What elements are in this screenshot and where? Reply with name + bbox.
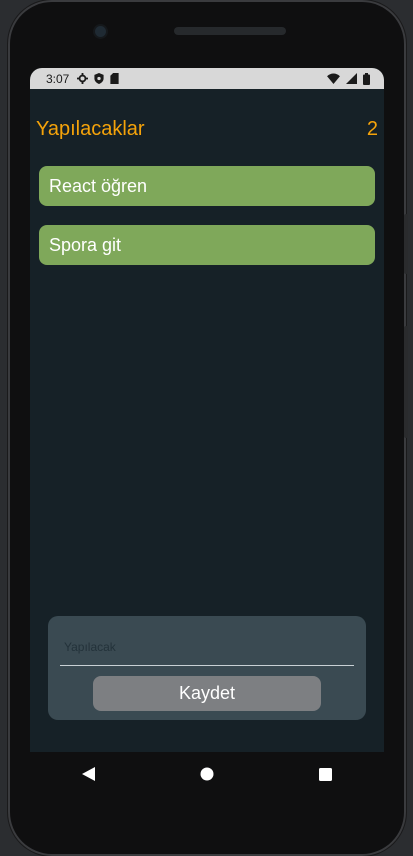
back-icon (82, 767, 95, 781)
save-button[interactable]: Kaydet (93, 676, 321, 711)
recents-icon (318, 767, 332, 781)
sd-card-icon (110, 73, 119, 84)
todo-item[interactable]: Spora git (39, 225, 375, 265)
power-button (404, 214, 408, 274)
page-title: Yapılacaklar (36, 117, 145, 140)
shield-icon (94, 73, 104, 84)
wifi-icon (327, 73, 340, 84)
home-button[interactable] (187, 754, 227, 794)
app-screen: 3:07 Yapılacaklar 2 React öğren Spora gi… (30, 68, 384, 752)
todo-item[interactable]: React öğren (39, 166, 375, 206)
todo-label: React öğren (49, 175, 148, 196)
back-button[interactable] (69, 754, 109, 794)
battery-icon (363, 72, 370, 85)
status-time: 3:07 (46, 71, 70, 86)
android-nav-bar (30, 752, 384, 796)
status-right (327, 72, 370, 85)
app-header: Yapılacaklar 2 (36, 115, 378, 143)
earpiece-speaker (174, 27, 286, 35)
status-bar: 3:07 (30, 68, 384, 89)
recents-button[interactable] (305, 754, 345, 794)
todo-label: Spora git (49, 234, 122, 255)
gear-icon (77, 73, 89, 84)
add-todo-panel: Kaydet (48, 616, 366, 720)
volume-button (404, 326, 408, 438)
front-camera (95, 26, 106, 37)
todo-count: 2 (366, 117, 378, 140)
home-icon (200, 767, 214, 781)
signal-icon (346, 73, 357, 84)
todo-input[interactable] (60, 628, 354, 666)
